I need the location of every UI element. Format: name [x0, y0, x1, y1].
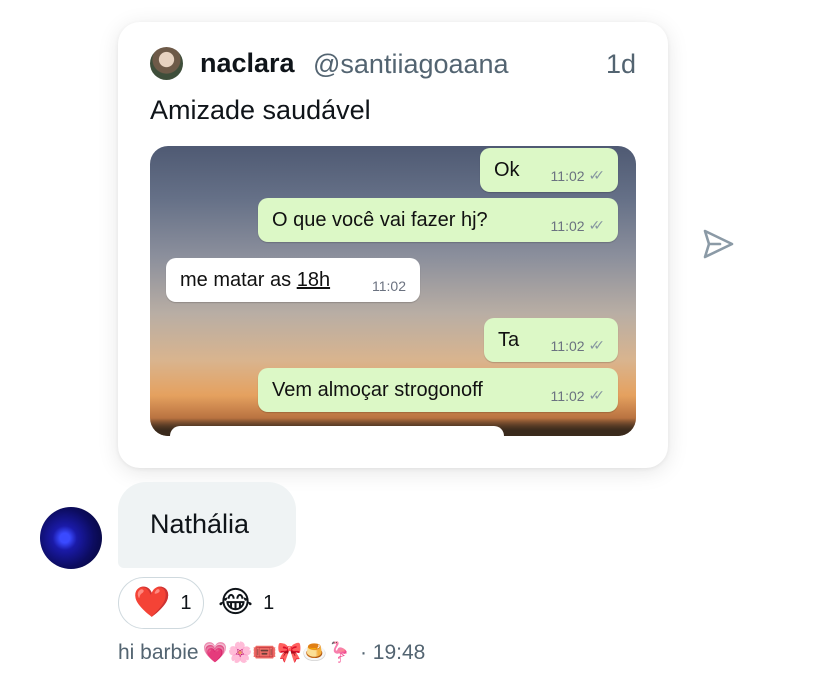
sender-avatar[interactable]	[40, 507, 102, 569]
chat-message-time: 11:02	[372, 278, 406, 294]
chat-bubble-outgoing: O que você vai fazer hj? 11:02 ✓✓	[258, 198, 618, 242]
chat-message-text: Ta	[498, 328, 520, 351]
reaction-heart[interactable]: ❤️ 1	[118, 577, 204, 629]
author-handle[interactable]: @santiiagoaana	[313, 49, 509, 80]
read-ticks-icon: ✓✓	[588, 217, 606, 233]
read-ticks-icon: ✓✓	[588, 337, 606, 353]
chat-bubble-outgoing: Vem almoçar strogonoff 11:02 ✓✓	[258, 368, 618, 412]
send-icon[interactable]	[700, 226, 736, 262]
read-ticks-icon: ✓✓	[588, 387, 606, 403]
quoted-tweet-card[interactable]: naclara @santiiagoaana 1d Amizade saudáv…	[118, 22, 668, 468]
author-name[interactable]: naclara	[200, 48, 295, 79]
message-text: Nathália	[150, 509, 250, 539]
chat-message-time: 11:02 ✓✓	[551, 167, 606, 184]
chat-message-text: Ok	[494, 158, 520, 181]
chat-message-time: 11:02 ✓✓	[551, 217, 606, 234]
tweet-age: 1d	[605, 49, 636, 79]
read-ticks-icon: ✓✓	[588, 167, 606, 183]
reaction-count: 1	[180, 591, 192, 614]
tweet-text: Amizade saudável	[150, 95, 371, 125]
chat-bubble-partial	[170, 426, 504, 436]
message-timestamp: · 19:48	[359, 640, 426, 664]
chat-bubble-outgoing: Ok 11:02 ✓✓	[480, 148, 618, 192]
chat-link-time: 18h	[296, 268, 331, 291]
name-emojis: 💗🌸🎟️🎀🍮🦩	[202, 642, 352, 664]
tweet-media-image[interactable]: Ok 11:02 ✓✓ O que você vai fazer hj? 11:0…	[150, 146, 636, 436]
heart-icon: ❤️	[133, 586, 171, 619]
sender-display-name: hi barbie	[118, 640, 199, 664]
chat-message-time: 11:02 ✓✓	[551, 337, 606, 354]
chat-message-text: Vem almoçar strogonoff	[272, 378, 483, 401]
message-bubble[interactable]: Nathália	[118, 482, 296, 568]
author-avatar[interactable]	[150, 47, 183, 80]
laughing-face-icon: 😂	[218, 586, 254, 619]
reaction-count: 1	[263, 591, 275, 614]
chat-bubble-outgoing: Ta 11:02 ✓✓	[484, 318, 618, 362]
chat-message-text: me matar as 18h	[180, 268, 331, 291]
chat-message-text: O que você vai fazer hj?	[272, 208, 488, 231]
message-meta: hi barbie 💗🌸🎟️🎀🍮🦩 · 19:48	[118, 640, 425, 665]
reaction-laugh[interactable]: 😂 1	[218, 577, 288, 629]
chat-bubble-incoming: me matar as 18h 11:02	[166, 258, 420, 302]
chat-message-time: 11:02 ✓✓	[551, 387, 606, 404]
